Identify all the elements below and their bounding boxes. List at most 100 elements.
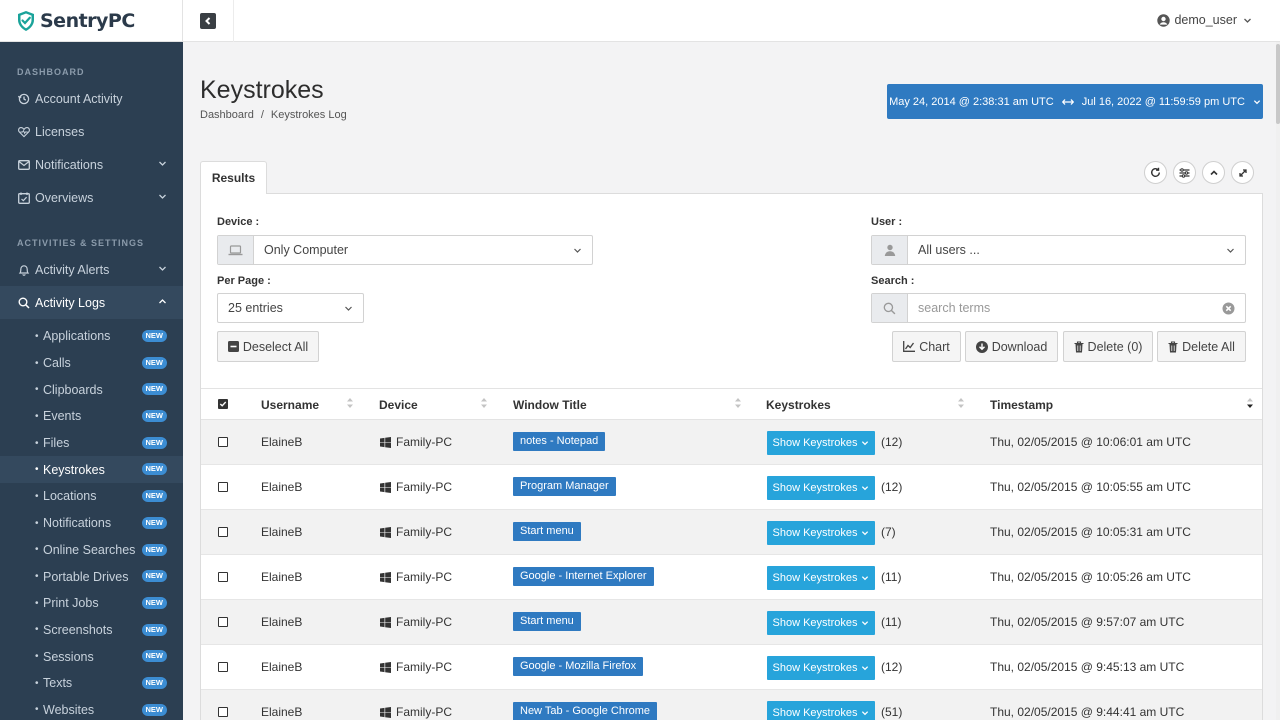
sidebar-item-licenses[interactable]: Licenses: [0, 115, 183, 148]
delete-button[interactable]: Delete (0): [1063, 331, 1153, 362]
user-select[interactable]: All users ...: [871, 235, 1246, 265]
show-keystrokes-button[interactable]: Show Keystrokes: [767, 701, 875, 720]
sidebar-subitem-screenshots[interactable]: • Screenshots NEW: [0, 617, 183, 644]
sidebar-subitem-label: Applications: [43, 329, 111, 344]
date-range-start: May 24, 2014 @ 2:38:31 am UTC: [889, 95, 1054, 108]
sidebar-subitem-portable-drives[interactable]: • Portable Drives NEW: [0, 563, 183, 590]
sort-icon[interactable]: [480, 396, 488, 410]
new-badge: NEW: [141, 383, 167, 396]
sidebar-subitem-label: Portable Drives: [43, 569, 129, 584]
cell-device: Family-PC: [380, 435, 452, 449]
sidebar-toggle-button[interactable]: [200, 13, 216, 29]
sidebar-item-account-activity[interactable]: Account Activity: [0, 82, 183, 115]
sort-icon[interactable]: [346, 396, 354, 410]
sidebar-subitem-files[interactable]: • Files NEW: [0, 430, 183, 457]
new-badge: NEW: [141, 596, 167, 609]
sidebar-subitem-sessions[interactable]: • Sessions NEW: [0, 643, 183, 670]
date-range-picker[interactable]: May 24, 2014 @ 2:38:31 am UTC Jul 16, 20…: [887, 84, 1263, 119]
refresh-button[interactable]: [1144, 161, 1167, 184]
expand-panel-button[interactable]: [1231, 161, 1254, 184]
user-label: User :: [871, 216, 903, 228]
sidebar-subitem-label: Sessions: [43, 649, 94, 664]
collapse-panel-button[interactable]: [1202, 161, 1225, 184]
date-range-end: Jul 16, 2022 @ 11:59:59 pm UTC: [1081, 95, 1245, 108]
show-keystrokes-button[interactable]: Show Keystrokes: [767, 611, 875, 635]
row-checkbox[interactable]: [218, 617, 228, 627]
row-checkbox[interactable]: [218, 572, 228, 582]
row-checkbox[interactable]: [218, 527, 228, 537]
sort-icon[interactable]: [957, 396, 965, 410]
chevron-down-icon: [1244, 18, 1251, 23]
chevron-down-icon: [862, 576, 869, 581]
clear-search-icon[interactable]: [1222, 302, 1235, 315]
settings-button[interactable]: [1173, 161, 1196, 184]
sidebar-heading-activities: ACTIVITIES & SETTINGS: [17, 238, 145, 248]
sidebar-subitem-keystrokes[interactable]: • Keystrokes NEW: [0, 456, 183, 484]
sidebar-subitem-locations[interactable]: • Locations NEW: [0, 483, 183, 510]
row-checkbox[interactable]: [218, 707, 228, 717]
column-header-keystrokes[interactable]: Keystrokes: [766, 398, 831, 412]
show-keystrokes-label: Show Keystrokes: [772, 707, 858, 719]
select-all-checkbox[interactable]: [218, 399, 228, 409]
tab-results[interactable]: Results: [200, 161, 267, 194]
column-header-window-title[interactable]: Window Title: [513, 398, 587, 412]
search-input[interactable]: [908, 295, 1222, 321]
download-label: Download: [991, 339, 1048, 354]
trash-icon: [1074, 340, 1084, 352]
new-badge: NEW: [141, 570, 167, 583]
sidebar-subitem-label: Keystrokes: [43, 462, 105, 477]
sidebar-item-activity-logs[interactable]: Activity Logs: [0, 286, 183, 319]
column-header-device[interactable]: Device: [379, 398, 418, 412]
per-page-select[interactable]: 25 entries: [217, 293, 364, 323]
show-keystrokes-label: Show Keystrokes: [772, 572, 858, 584]
show-keystrokes-button[interactable]: Show Keystrokes: [767, 431, 875, 455]
delete-all-button[interactable]: Delete All: [1157, 331, 1246, 362]
laptop-icon: [218, 236, 254, 264]
row-checkbox[interactable]: [218, 482, 228, 492]
sidebar-subitem-texts[interactable]: • Texts NEW: [0, 670, 183, 697]
sort-icon[interactable]: [734, 396, 742, 410]
user-menu[interactable]: demo_user: [1157, 13, 1252, 27]
arrows-horizontal-icon: [1061, 98, 1074, 105]
sidebar-subitem-notifications[interactable]: • Notifications NEW: [0, 510, 183, 537]
sidebar-item-notifications[interactable]: Notifications: [0, 148, 183, 181]
deselect-all-button[interactable]: Deselect All: [217, 331, 319, 362]
column-header-timestamp[interactable]: Timestamp: [990, 398, 1053, 412]
row-checkbox[interactable]: [218, 662, 228, 672]
sidebar-subitem-applications[interactable]: • Applications NEW: [0, 323, 183, 350]
sidebar-item-activity-alerts[interactable]: Activity Alerts: [0, 253, 183, 286]
sidebar-subitem-online-searches[interactable]: • Online Searches NEW: [0, 537, 183, 564]
cell-username: ElaineB: [261, 660, 303, 674]
cell-device: Family-PC: [380, 480, 452, 494]
sort-desc-icon[interactable]: [1246, 396, 1254, 410]
cell-timestamp: Thu, 02/05/2015 @ 9:44:41 am UTC: [990, 705, 1185, 719]
device-select[interactable]: Only Computer: [217, 235, 593, 265]
show-keystrokes-button[interactable]: Show Keystrokes: [767, 656, 875, 680]
page-title: Keystrokes: [200, 76, 324, 104]
new-badge: NEW: [141, 543, 167, 556]
scrollbar-thumb[interactable]: [1276, 44, 1280, 124]
topbar: demo_user: [183, 0, 1280, 42]
show-keystrokes-button[interactable]: Show Keystrokes: [767, 566, 875, 590]
page-scrollbar[interactable]: [1276, 42, 1280, 720]
sidebar-subitem-clipboards[interactable]: • Clipboards NEW: [0, 376, 183, 403]
sidebar-subitem-websites[interactable]: • Websites NEW: [0, 697, 183, 720]
show-keystrokes-label: Show Keystrokes: [772, 662, 858, 674]
show-keystrokes-button[interactable]: Show Keystrokes: [767, 521, 875, 545]
sidebar-subitem-label: Calls: [43, 356, 71, 371]
show-keystrokes-button[interactable]: Show Keystrokes: [767, 476, 875, 500]
breadcrumb-dashboard[interactable]: Dashboard: [200, 109, 254, 121]
keystroke-count: (11): [881, 570, 902, 584]
download-button[interactable]: Download: [965, 331, 1058, 362]
row-checkbox[interactable]: [218, 437, 228, 447]
cell-timestamp: Thu, 02/05/2015 @ 10:06:01 am UTC: [990, 435, 1191, 449]
sidebar-heading-dashboard: DASHBOARD: [17, 67, 85, 77]
logo[interactable]: SentryPC: [0, 0, 183, 42]
chart-button[interactable]: Chart: [892, 331, 961, 362]
column-header-username[interactable]: Username: [261, 398, 319, 412]
sidebar-subitem-print-jobs[interactable]: • Print Jobs NEW: [0, 590, 183, 617]
chevron-down-icon: [862, 531, 869, 536]
sidebar-item-overviews[interactable]: Overviews: [0, 181, 183, 214]
sidebar-subitem-events[interactable]: • Events NEW: [0, 403, 183, 430]
sidebar-subitem-calls[interactable]: • Calls NEW: [0, 350, 183, 377]
